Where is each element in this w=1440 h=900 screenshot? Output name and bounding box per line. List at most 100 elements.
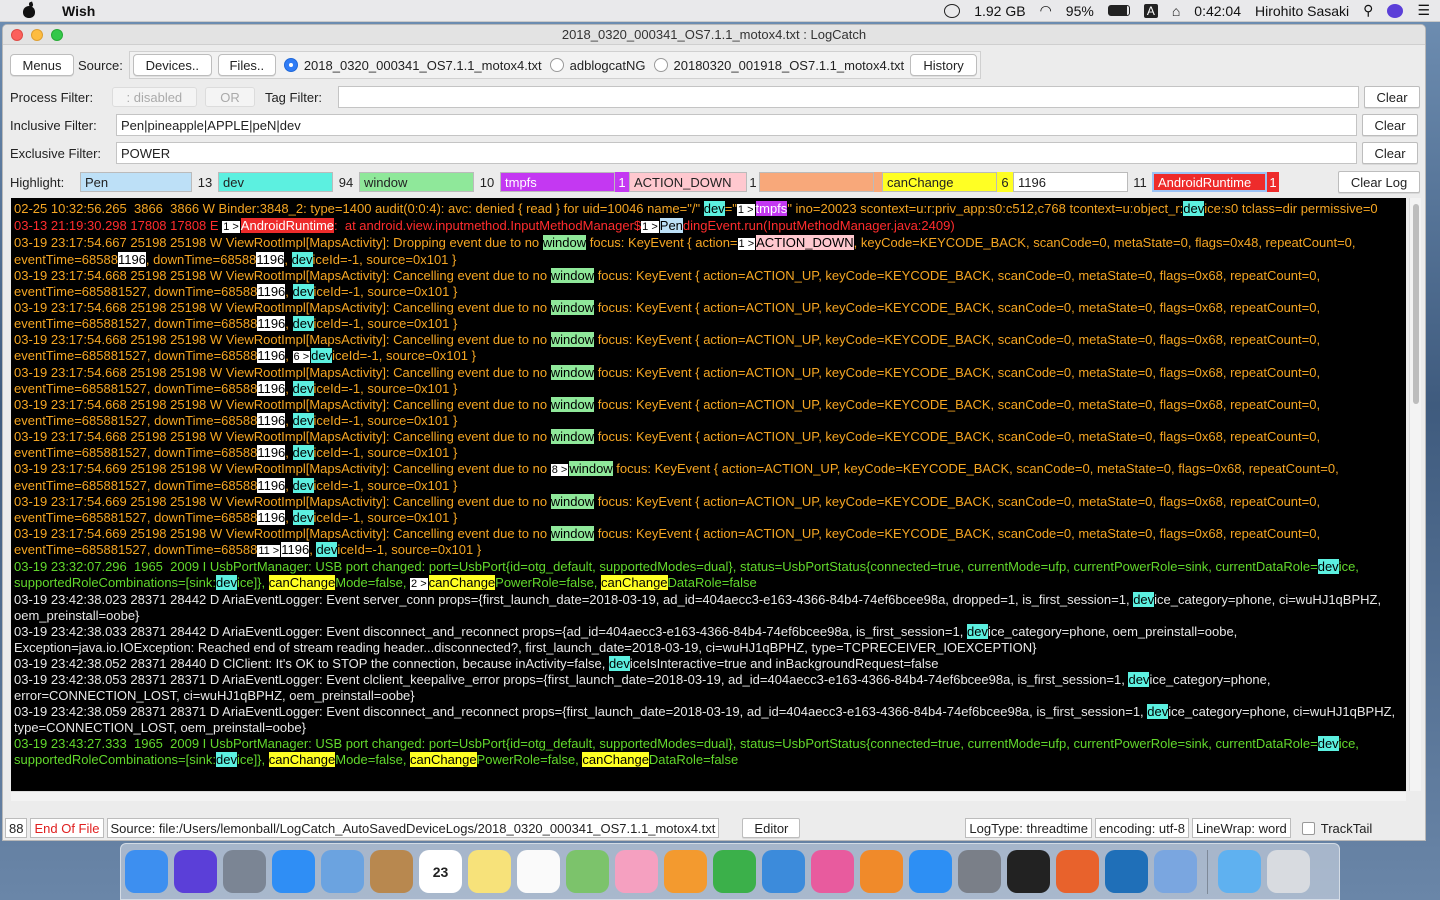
scrollbar-thumb[interactable] — [1413, 204, 1419, 404]
process-filter-input[interactable]: : disabled — [111, 87, 198, 107]
log-line[interactable]: 03-19 23:32:07.296 1965 2009 I UsbPortMa… — [14, 559, 1403, 592]
clock-icon[interactable]: ⌂ — [1172, 3, 1180, 19]
trash-icon[interactable] — [1267, 850, 1310, 893]
keynote-icon[interactable] — [762, 850, 805, 893]
linewrap-indicator[interactable]: LineWrap: word — [1191, 818, 1291, 838]
system-preferences-icon[interactable] — [958, 850, 1001, 893]
user-name[interactable]: Hirohito Sasaki — [1255, 3, 1349, 19]
close-window-button[interactable] — [11, 29, 23, 41]
notes-icon[interactable] — [468, 850, 511, 893]
source-radio-2[interactable] — [549, 58, 564, 72]
highlight-input-empty[interactable] — [759, 172, 874, 192]
ibooks-icon[interactable] — [860, 850, 903, 893]
log-line[interactable]: 03-19 23:17:54.668 25198 25198 W ViewRoo… — [14, 365, 1403, 397]
firefox-icon[interactable] — [1056, 850, 1099, 893]
source-option-3[interactable]: 20180320_001918_OS7.1.1_motox4.txt — [653, 58, 904, 73]
log-line[interactable]: 03-19 23:43:27.333 1965 2009 I UsbPortMa… — [14, 736, 1403, 768]
log-line[interactable]: 03-19 23:17:54.668 25198 25198 W ViewRoo… — [14, 268, 1403, 300]
clear-tag-filter-button[interactable]: Clear — [1364, 86, 1420, 108]
source-option-2[interactable]: adblogcatNG — [549, 58, 646, 73]
minimize-window-button[interactable] — [31, 29, 43, 41]
pages-icon[interactable] — [664, 850, 707, 893]
wifi-icon[interactable]: ◠ — [1040, 2, 1052, 19]
log-line[interactable]: 03-19 23:17:54.667 25198 25198 W ViewRoo… — [14, 235, 1403, 268]
highlight-input-canchange[interactable]: canChange — [882, 172, 997, 192]
menus-button[interactable]: Menus — [10, 54, 74, 76]
log-line[interactable]: 03-19 23:17:54.668 25198 25198 W ViewRoo… — [14, 429, 1403, 461]
log-line[interactable]: 03-19 23:17:54.669 25198 25198 W ViewRoo… — [14, 494, 1403, 526]
apple-icon[interactable] — [22, 3, 36, 19]
source-option-1[interactable]: 2018_0320_000341_OS7.1.1_motox4.txt — [283, 58, 542, 73]
exclusive-filter-input[interactable]: POWER — [116, 142, 1357, 164]
highlight-input-1196[interactable]: 1196 — [1013, 172, 1128, 192]
clear-log-button[interactable]: Clear Log — [1338, 171, 1420, 193]
log-view[interactable]: 02-25 10:32:56.265 3866 3866 W Binder:38… — [11, 198, 1406, 791]
log-horizontal-scrollbar[interactable] — [11, 791, 1406, 801]
terminal-icon[interactable] — [1007, 850, 1050, 893]
itunes-icon[interactable] — [811, 850, 854, 893]
highlight-input-window[interactable]: window — [359, 172, 474, 192]
encoding-indicator[interactable]: encoding: utf-8 — [1094, 818, 1189, 838]
log-line[interactable]: 03-19 23:17:54.668 25198 25198 W ViewRoo… — [14, 332, 1403, 365]
clear-exclusive-filter-button[interactable]: Clear — [1362, 142, 1418, 164]
clear-inclusive-filter-button[interactable]: Clear — [1362, 114, 1418, 136]
finder-icon[interactable] — [125, 850, 168, 893]
battery-percent[interactable]: 95% — [1066, 3, 1094, 19]
log-line[interactable]: 03-19 23:42:38.023 28371 28442 D AriaEve… — [14, 592, 1403, 624]
log-line[interactable]: 03-19 23:42:38.059 28371 28371 D AriaEve… — [14, 704, 1403, 736]
log-line[interactable]: 03-19 23:17:54.668 25198 25198 W ViewRoo… — [14, 300, 1403, 332]
safari-icon[interactable] — [272, 850, 315, 893]
mail-icon[interactable] — [321, 850, 364, 893]
highlight-input-tmpfs[interactable]: tmpfs — [500, 172, 615, 192]
launchpad-icon[interactable] — [223, 850, 266, 893]
highlighted-match: window — [550, 397, 595, 412]
highlight-input-androidruntime[interactable]: AndroidRuntime — [1152, 172, 1267, 192]
editor-button[interactable]: Editor — [742, 818, 801, 838]
calendar-icon[interactable]: 23 — [419, 850, 462, 893]
log-line[interactable]: 03-19 23:17:54.669 25198 25198 W ViewRoo… — [14, 461, 1403, 494]
log-text: Mode=false, — [335, 752, 411, 767]
tag-filter-input[interactable] — [337, 86, 1359, 108]
clock[interactable]: 0:42:04 — [1194, 3, 1241, 19]
logtype-indicator[interactable]: LogType: threadtime — [965, 818, 1092, 838]
siri-icon[interactable] — [1387, 3, 1404, 18]
log-vertical-scrollbar[interactable] — [1409, 198, 1421, 791]
contacts-icon[interactable] — [370, 850, 413, 893]
spotlight-search-icon[interactable]: ⚲ — [1363, 2, 1373, 19]
history-button[interactable]: History — [910, 54, 978, 76]
inclusive-filter-input[interactable]: Pen|pineapple|APPLE|peN|dev — [116, 114, 1357, 136]
notification-center-icon[interactable]: ☰ — [1417, 2, 1430, 19]
vscode-icon[interactable] — [1105, 850, 1148, 893]
log-line[interactable]: 03-19 23:17:54.669 25198 25198 W ViewRoo… — [14, 526, 1403, 559]
log-line[interactable]: 03-19 23:42:38.053 28371 28371 D AriaEve… — [14, 672, 1403, 704]
tracktail-checkbox[interactable] — [1301, 821, 1315, 835]
highlight-input-action-down[interactable]: ACTION_DOWN — [629, 172, 747, 192]
memory-gauge-icon[interactable] — [944, 3, 961, 18]
or-toggle[interactable]: OR — [205, 87, 255, 107]
highlight-input-pen[interactable]: Pen — [80, 172, 192, 192]
numbers-icon[interactable] — [713, 850, 756, 893]
appstore-icon[interactable] — [909, 850, 952, 893]
source-radio-3[interactable] — [653, 58, 668, 72]
devices-button[interactable]: Devices.. — [132, 54, 212, 76]
zoom-window-button[interactable] — [51, 29, 63, 41]
app-menu-name[interactable]: Wish — [62, 3, 95, 19]
log-line[interactable]: 03-19 23:42:38.033 28371 28442 D AriaEve… — [14, 624, 1403, 656]
maps-icon[interactable] — [566, 850, 609, 893]
log-line[interactable]: 03-19 23:42:38.052 28371 28440 D ClClien… — [14, 656, 1403, 672]
input-source-indicator[interactable]: A — [1143, 3, 1158, 18]
log-line[interactable]: 03-19 23:17:54.668 25198 25198 W ViewRoo… — [14, 397, 1403, 429]
log-line[interactable]: 02-25 10:32:56.265 3866 3866 W Binder:38… — [14, 201, 1403, 218]
log-line[interactable]: 03-13 21:19:30.298 17808 17808 E 1 > Andr… — [14, 218, 1403, 235]
battery-icon[interactable] — [1107, 5, 1130, 16]
highlight-input-dev[interactable]: dev — [218, 172, 333, 192]
downloads-folder-icon[interactable] — [1218, 850, 1261, 893]
files-button[interactable]: Files.. — [217, 54, 276, 76]
source-radio-1[interactable] — [283, 58, 298, 72]
photos-icon[interactable] — [615, 850, 658, 893]
feather-icon[interactable] — [1154, 850, 1197, 893]
memory-readout[interactable]: 1.92 GB — [974, 3, 1025, 19]
tracktail-toggle[interactable]: TrackTail — [1301, 821, 1372, 836]
siri-icon[interactable] — [174, 850, 217, 893]
reminders-icon[interactable] — [517, 850, 560, 893]
